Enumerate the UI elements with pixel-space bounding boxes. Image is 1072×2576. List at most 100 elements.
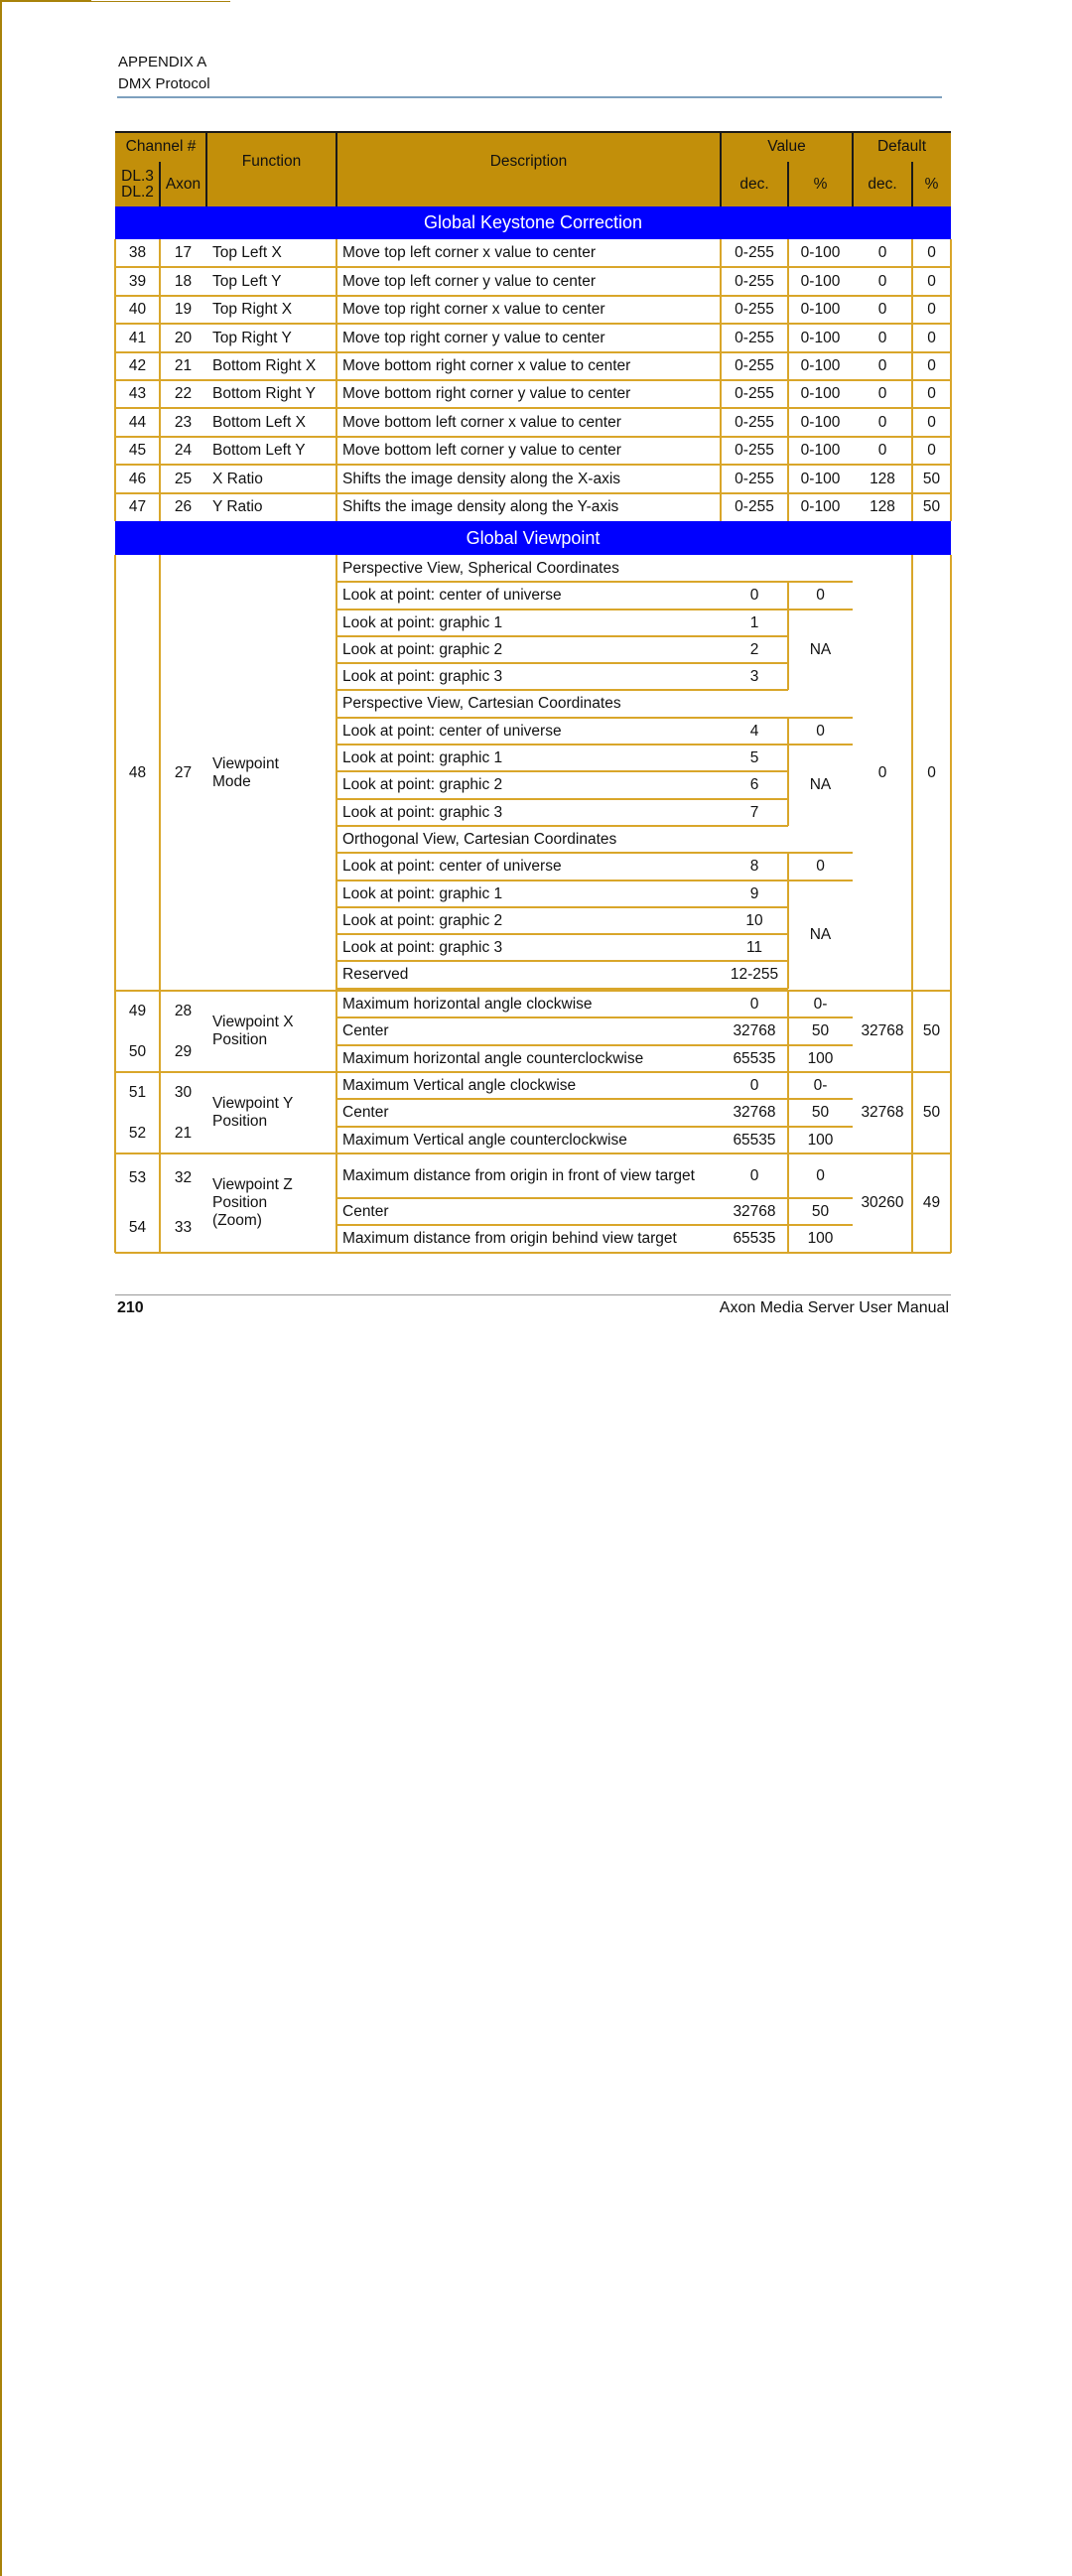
grid-line [0, 674, 2, 701]
cell-value-pct: 0 [816, 858, 825, 876]
cell-value-pct-na: NA [809, 925, 832, 943]
cell-value-pct: 100 [807, 1131, 834, 1149]
cell-description: Maximum horizontal angle counterclockwis… [342, 1049, 644, 1067]
grid-line [0, 2197, 2, 2278]
dmx-protocol-table: Channel # DL.3 DL.2 Axon Function Description… [0, 0, 1072, 2576]
grid-line [159, 555, 161, 991]
grid-line [115, 436, 951, 438]
cell-function: Top Right X [212, 301, 293, 319]
cell-function: Top Left X [212, 244, 282, 262]
grid-line [114, 1072, 116, 1153]
grid-line [950, 1072, 952, 1153]
cell-dl: 52 [128, 1124, 147, 1142]
cell-default-pct: 0 [927, 763, 936, 781]
cell-value-pct: 0- [813, 995, 828, 1013]
cell-value-pct: 0-100 [800, 442, 841, 460]
header-value-pct: % [788, 162, 853, 206]
cell-value-pct: 0-100 [800, 329, 841, 346]
cell-axon: 30 [174, 1083, 193, 1101]
grid-line [0, 647, 2, 674]
grid-line [0, 918, 2, 1354]
grid-line [0, 620, 2, 647]
grid-line [115, 1252, 951, 1254]
cell-value-dec: 0-255 [735, 498, 774, 516]
cell-description: Look at point: graphic 3 [342, 667, 503, 685]
cell-default-dec: 0 [877, 413, 887, 431]
cell-description: Look at point: graphic 1 [342, 748, 503, 766]
cell-axon: 32 [174, 1169, 193, 1187]
cell-description: Maximum horizontal angle clockwise [342, 995, 593, 1013]
grid-line [720, 132, 722, 206]
cell-description: Look at point: graphic 1 [342, 613, 503, 631]
grid-line [0, 594, 2, 620]
cell-dl: 41 [128, 329, 147, 346]
grid-line [0, 2377, 2, 2477]
cell-value-pct: 50 [811, 1104, 830, 1122]
cell-description: Move top right corner y value to center [342, 329, 605, 346]
cell-axon: 25 [174, 470, 193, 487]
cell-value-pct: 0 [816, 587, 825, 605]
cell-description: Move bottom left corner y value to cente… [342, 442, 621, 460]
grid-line [0, 2278, 2, 2377]
grid-line [0, 1, 230, 2]
cell-default-dec: 0 [877, 301, 887, 319]
cell-axon: 26 [174, 498, 193, 516]
cell-value-pct: 0 [816, 722, 825, 740]
cell-value-pct: 0 [816, 1166, 825, 1184]
cell-value-pct: 0-100 [800, 385, 841, 403]
grid-line [159, 1153, 161, 1253]
grid-line [0, 2, 2, 284]
grid-line [159, 1072, 161, 1153]
header-default-dec: dec. [853, 162, 912, 206]
cell-axon: 33 [174, 1219, 193, 1237]
cell-axon: 21 [174, 1124, 193, 1142]
header-axon: Axon [160, 162, 206, 206]
grid-line [335, 1072, 337, 1153]
cell-description: Maximum Vertical angle counterclockwise [342, 1131, 627, 1149]
cell-axon: 27 [174, 763, 193, 781]
cell-value-dec: 0-255 [735, 442, 774, 460]
grid-line [0, 1790, 2, 1871]
grid-line [0, 890, 2, 918]
grid-line [159, 991, 161, 1072]
cell-value-pct: 0-100 [800, 470, 841, 487]
cell-axon: 18 [174, 272, 193, 290]
grid-line [787, 718, 789, 826]
cell-value-dec: 65535 [733, 1230, 776, 1248]
grid-line [787, 582, 789, 690]
grid-line [114, 1153, 116, 1253]
cell-description: Move top right corner x value to center [342, 301, 605, 319]
cell-default-dec: 0 [877, 329, 887, 346]
cell-default-dec: 0 [877, 272, 887, 290]
cell-function: Viewpoint Mode [212, 754, 279, 790]
cell-default-pct: 50 [922, 470, 941, 487]
cell-axon: 21 [174, 357, 193, 375]
header-default-pct: % [912, 162, 951, 206]
cell-default-pct: 0 [927, 329, 936, 346]
cell-value-dec: 65535 [733, 1131, 776, 1149]
cell-function: Top Left Y [212, 272, 282, 290]
section-label: DMX Protocol [118, 75, 210, 92]
cell-value-dec: 0-255 [735, 301, 774, 319]
cell-value-pct: 0-100 [800, 413, 841, 431]
cell-value-dec: 0-255 [735, 244, 774, 262]
grid-line [0, 284, 2, 566]
cell-description: Move top left corner y value to center [342, 272, 597, 290]
cell-axon: 24 [174, 442, 193, 460]
cell-description: Reserved [342, 966, 409, 984]
cell-default-pct: 0 [927, 357, 936, 375]
cell-value-dec: 12-255 [730, 966, 779, 984]
grid-line [335, 991, 337, 1072]
cell-dl: 44 [128, 413, 147, 431]
grid-line [787, 991, 789, 1072]
cell-value-dec: 0-255 [735, 470, 774, 487]
grid-line [0, 1871, 2, 1953]
cell-description: Shifts the image density along the X-axi… [342, 470, 621, 487]
grid-line [0, 701, 2, 728]
grid-line [0, 810, 2, 837]
cell-description: Maximum Vertical angle clockwise [342, 1076, 577, 1094]
grid-line [852, 132, 854, 206]
cell-default-pct: 0 [927, 301, 936, 319]
cell-value-dec: 0 [749, 1076, 759, 1094]
grid-line [0, 2477, 2, 2576]
